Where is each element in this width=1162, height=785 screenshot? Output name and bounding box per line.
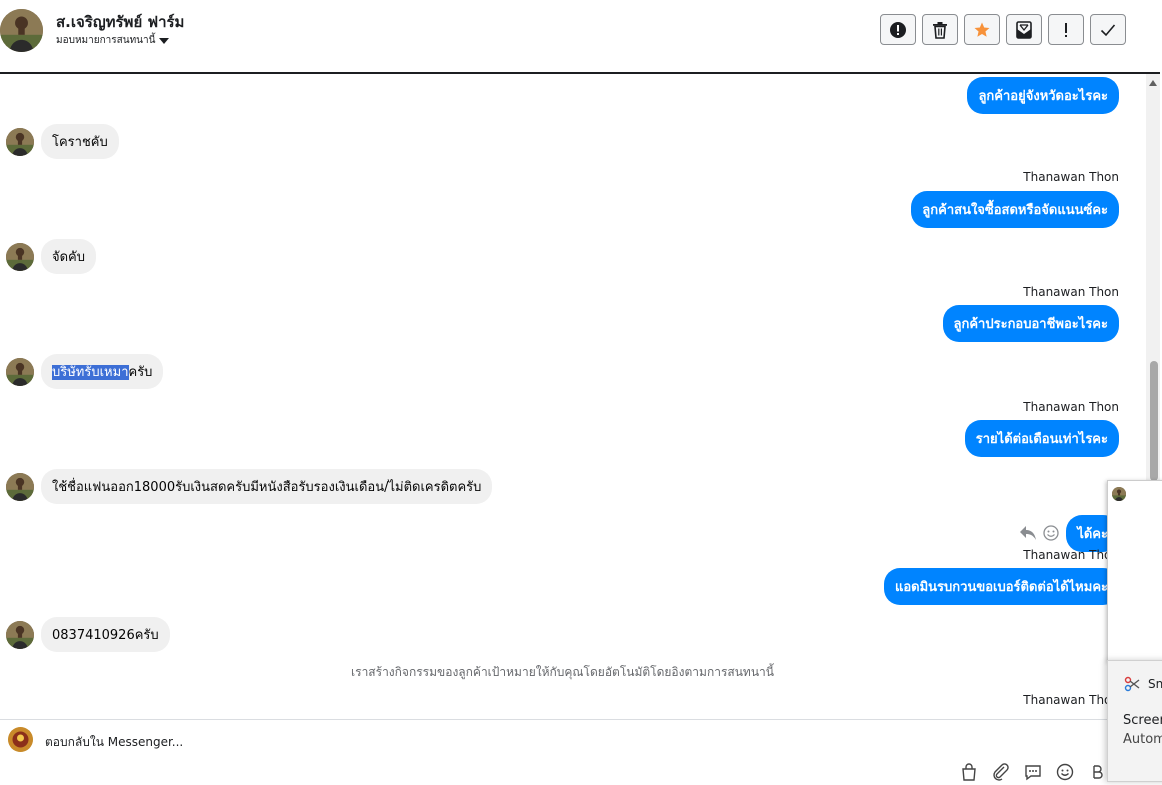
message-thread[interactable]: ลูกค้าอยู่จังหวัดอะไรคะ โคราชคับ Thanawa… [0, 72, 1160, 711]
mark-unread-button[interactable] [1006, 14, 1042, 45]
react-emoji-icon[interactable] [1043, 525, 1059, 541]
check-icon [1100, 23, 1116, 36]
shopping-bag-icon[interactable] [960, 763, 978, 781]
sender-name: Thanawan Thon [1023, 548, 1119, 562]
incoming-message-row: จัดคับ [6, 239, 97, 274]
scroll-up-arrow-icon[interactable] [1149, 80, 1157, 86]
incoming-message-row: โคราชคับ [6, 124, 119, 159]
outgoing-message[interactable]: ลูกค้าสนใจซื้อสดหรือจัดแนนซ์คะ [911, 191, 1119, 228]
conversation-header: ส.เจริญทรัพย์ ฟาร์ม มอบหมายการสนทนานี้ [0, 0, 1162, 72]
composer-actions [960, 763, 1106, 781]
incoming-message-row: ใช้ชื่อแฟนออก18000รับเงินสดครับมีหนังสือ… [6, 469, 493, 504]
snipping-tool-notification[interactable]: Sni Screen Autom [1107, 660, 1162, 782]
outgoing-message[interactable]: รายได้ต่อเดือนเท่าไรคะ [964, 420, 1119, 457]
sender-name: Thanawan Thon [1023, 400, 1119, 414]
notification-title: Screen [1123, 713, 1162, 728]
paperclip-icon[interactable] [992, 763, 1010, 781]
contact-name[interactable]: ส.เจริญทรัพย์ ฟาร์ม [56, 10, 184, 34]
notification-app-name: Sni [1148, 677, 1162, 691]
mark-unread-icon [1016, 20, 1032, 39]
outgoing-message[interactable]: แอดมินรบกวนขอเบอร์ติดต่อได้ไหมคะ [883, 568, 1119, 605]
exclamation-icon [1065, 22, 1067, 37]
mark-done-button[interactable] [1090, 14, 1126, 45]
conversation-toolbar [880, 14, 1126, 45]
emoji-icon[interactable] [1056, 763, 1074, 781]
sender-name: Thanawan Thon [1023, 170, 1119, 184]
star-button[interactable] [964, 14, 1000, 45]
incoming-message[interactable]: จัดคับ [41, 239, 97, 274]
automation-notice: เราสร้างกิจกรรมของลูกค้าเป้าหมายให้กับคุ… [351, 665, 774, 679]
reply-input[interactable]: ตอบกลับใน Messenger... [45, 733, 183, 752]
message-actions [1019, 525, 1059, 541]
trash-icon [933, 21, 947, 39]
contact-avatar [6, 127, 34, 156]
payment-icon[interactable] [1088, 763, 1106, 781]
incoming-message[interactable]: บริษัทรับเหมาครับ [41, 354, 164, 389]
contact-avatar [6, 357, 34, 386]
contact-avatar [6, 620, 34, 649]
report-button[interactable] [880, 14, 916, 45]
incoming-message[interactable]: โคราชคับ [41, 124, 119, 159]
incoming-message[interactable]: 0837410926ครับ [41, 617, 170, 652]
contact-avatar[interactable] [0, 9, 43, 52]
selected-text: บริษัทรับเหมา [52, 365, 129, 380]
saved-replies-icon[interactable] [1024, 763, 1042, 781]
contact-avatar [6, 472, 34, 501]
assign-conversation-dropdown[interactable]: มอบหมายการสนทนานี้ [56, 33, 170, 48]
scrollbar-thumb[interactable] [1150, 361, 1158, 481]
notification-body: Autom [1123, 732, 1162, 747]
star-icon [974, 22, 990, 37]
chat-preview-window[interactable] [1107, 480, 1162, 662]
outgoing-message[interactable]: ลูกค้าประกอบอาชีพอะไรคะ [942, 305, 1119, 342]
incoming-message-row: บริษัทรับเหมาครับ [6, 354, 164, 389]
reply-icon[interactable] [1019, 525, 1037, 541]
mark-important-button[interactable] [1048, 14, 1084, 45]
sender-name: Thanawan Thon [1023, 285, 1119, 299]
outgoing-message[interactable]: ลูกค้าอยู่จังหวัดอะไรคะ [967, 77, 1119, 114]
page-avatar [8, 727, 33, 752]
reply-composer: ตอบกลับใน Messenger... [0, 709, 1162, 781]
incoming-message-row: 0837410926ครับ [6, 617, 170, 652]
alert-icon [890, 21, 906, 38]
composer-divider [0, 719, 1110, 720]
delete-button[interactable] [922, 14, 958, 45]
contact-avatar [6, 242, 34, 271]
assign-label: มอบหมายการสนทนานี้ [56, 35, 156, 46]
message-text: ครับ [128, 365, 153, 380]
contact-avatar [1112, 487, 1126, 501]
sender-name: Thanawan Thon [1023, 693, 1119, 707]
scissors-icon [1124, 676, 1140, 692]
floating-overlay: Sni Screen Autom [1107, 480, 1162, 782]
incoming-message[interactable]: ใช้ชื่อแฟนออก18000รับเงินสดครับมีหนังสือ… [41, 469, 493, 504]
caret-down-icon [159, 37, 170, 44]
